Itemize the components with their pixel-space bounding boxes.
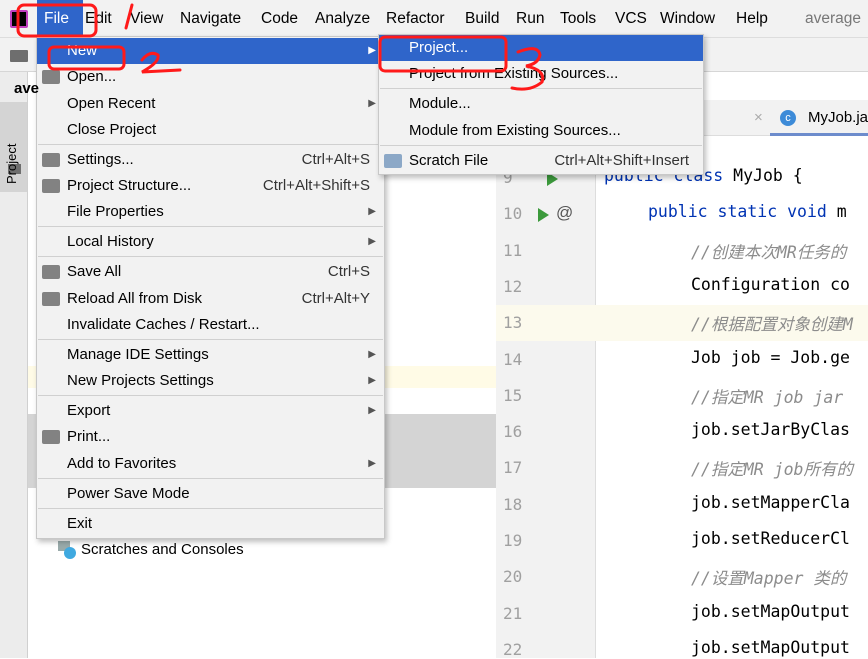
red-annotations [16, 3, 545, 91]
annotation-number-1 [124, 3, 134, 30]
annotation-box-project [378, 35, 508, 73]
annotation-number-3 [510, 47, 545, 91]
annotation-box-new [47, 45, 126, 71]
annotation-number-2 [140, 51, 182, 74]
annotation-box-file [16, 3, 98, 38]
